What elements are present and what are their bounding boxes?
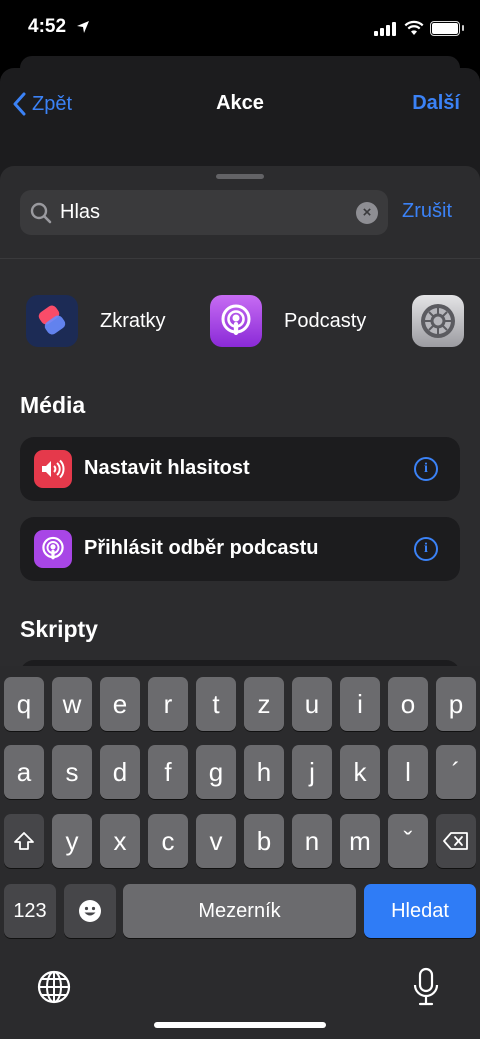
key-l[interactable]: l bbox=[388, 745, 428, 799]
wifi-icon bbox=[404, 20, 424, 35]
key-b[interactable]: b bbox=[244, 814, 284, 868]
key-f[interactable]: f bbox=[148, 745, 188, 799]
battery-icon bbox=[430, 21, 460, 36]
action-label: Přihlásit odběr podcastu bbox=[84, 537, 319, 559]
shift-key[interactable] bbox=[4, 814, 44, 868]
app-label: Podcasty bbox=[284, 309, 367, 332]
action-set-volume[interactable]: Nastavit hlasitost i bbox=[20, 437, 460, 501]
key-w[interactable]: w bbox=[52, 677, 92, 731]
action-subscribe-podcast[interactable]: Přihlásit odběr podcastu i bbox=[20, 517, 460, 581]
shift-icon bbox=[14, 832, 34, 850]
page-title: Akce bbox=[216, 92, 264, 114]
key-u[interactable]: u bbox=[292, 677, 332, 731]
space-key[interactable]: Mezerník bbox=[123, 884, 356, 938]
key-v[interactable]: v bbox=[196, 814, 236, 868]
key-y[interactable]: y bbox=[52, 814, 92, 868]
app-podcasts[interactable]: Podcasty bbox=[210, 295, 366, 347]
search-icon bbox=[30, 202, 52, 224]
numbers-key[interactable]: 123 bbox=[4, 884, 56, 938]
key-m[interactable]: m bbox=[340, 814, 380, 868]
key-r[interactable]: r bbox=[148, 677, 188, 731]
podcast-icon bbox=[34, 530, 72, 568]
settings-icon bbox=[412, 295, 464, 347]
key-e[interactable]: e bbox=[100, 677, 140, 731]
battery-tip bbox=[462, 25, 464, 31]
location-arrow-icon bbox=[77, 21, 89, 33]
key-c[interactable]: c bbox=[148, 814, 188, 868]
podcasts-icon bbox=[210, 295, 262, 347]
app-label: Zkratky bbox=[100, 309, 166, 332]
volume-icon bbox=[34, 450, 72, 488]
section-title-media: Média bbox=[20, 392, 86, 418]
key-s[interactable]: s bbox=[52, 745, 92, 799]
search-field[interactable]: Hlas × bbox=[20, 190, 388, 235]
key-q[interactable]: q bbox=[4, 677, 44, 731]
info-icon[interactable]: i bbox=[414, 537, 438, 561]
key-g[interactable]: g bbox=[196, 745, 236, 799]
next-button[interactable]: Další bbox=[412, 92, 460, 115]
key-o[interactable]: o bbox=[388, 677, 428, 731]
shortcuts-icon bbox=[26, 295, 78, 347]
backspace-icon bbox=[443, 832, 468, 850]
emoji-icon bbox=[79, 900, 101, 922]
key-d[interactable]: d bbox=[100, 745, 140, 799]
key-t[interactable]: t bbox=[196, 677, 236, 731]
info-icon[interactable]: i bbox=[414, 457, 438, 481]
status-time: 4:52 bbox=[28, 16, 67, 37]
key-j[interactable]: j bbox=[292, 745, 332, 799]
key-acute[interactable]: ´ bbox=[436, 745, 476, 799]
backspace-key[interactable] bbox=[436, 814, 476, 868]
section-title-scripts: Skripty bbox=[20, 616, 98, 642]
divider bbox=[0, 258, 480, 259]
key-z[interactable]: z bbox=[244, 677, 284, 731]
keyboard: q w e r t z u i o p a s d f g h j k l ´ … bbox=[0, 666, 480, 1039]
status-bar: 4:52 bbox=[0, 0, 480, 58]
cancel-button[interactable]: Zrušit bbox=[402, 200, 452, 223]
search-key[interactable]: Hledat bbox=[364, 884, 476, 938]
globe-icon[interactable] bbox=[36, 969, 72, 1005]
search-input[interactable]: Hlas bbox=[60, 201, 100, 224]
sheet-grabber[interactable] bbox=[216, 174, 264, 179]
emoji-key[interactable] bbox=[64, 884, 116, 938]
home-indicator[interactable] bbox=[154, 1022, 326, 1028]
key-n[interactable]: n bbox=[292, 814, 332, 868]
app-shortcuts[interactable]: Zkratky bbox=[26, 295, 166, 347]
cellular-signal-icon bbox=[374, 22, 396, 36]
app-settings[interactable] bbox=[412, 295, 464, 347]
key-x[interactable]: x bbox=[100, 814, 140, 868]
microphone-icon[interactable] bbox=[412, 967, 440, 1007]
action-label: Nastavit hlasitost bbox=[84, 457, 250, 479]
key-h[interactable]: h bbox=[244, 745, 284, 799]
key-p[interactable]: p bbox=[436, 677, 476, 731]
clear-search-icon[interactable]: × bbox=[356, 202, 378, 224]
key-a[interactable]: a bbox=[4, 745, 44, 799]
key-caron[interactable]: ˇ bbox=[388, 814, 428, 868]
key-i[interactable]: i bbox=[340, 677, 380, 731]
key-k[interactable]: k bbox=[340, 745, 380, 799]
actions-sheet bbox=[0, 166, 480, 686]
